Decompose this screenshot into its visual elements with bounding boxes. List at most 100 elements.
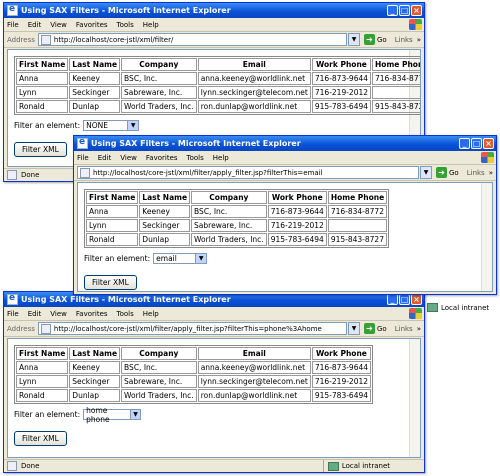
filter-select[interactable]: email ▼ [153,253,208,264]
cell-email: lynn.seckinger@telecom.net [197,86,311,99]
menu-file[interactable]: File [7,310,19,318]
links-label[interactable]: Links [395,325,413,333]
cell-company: World Traders, Inc. [191,233,267,246]
cell-last-name: Keeney [69,361,121,374]
column-header: Email [197,58,311,71]
filter-label: Filter an element: [84,254,151,263]
menu-view[interactable]: View [50,21,67,29]
menu-view[interactable]: View [50,310,67,318]
chevron-right-icon[interactable]: » [417,36,421,44]
cell-first-name: Lynn [16,86,69,99]
menu-view[interactable]: View [120,154,137,162]
cell-work-phone: 716-219-2012 [311,86,372,99]
filter-select[interactable]: NONE ▼ [83,120,140,131]
table-header-row: First Name Last Name Company Email Work … [16,347,372,360]
page-status-icon [7,461,17,471]
page-icon [80,167,90,178]
close-button[interactable]: × [483,138,494,149]
menu-edit[interactable]: Edit [28,21,42,29]
cell-company: Sabreware, Inc. [121,86,197,99]
filter-xml-button[interactable]: Filter XML [14,431,67,446]
zone-label: Local intranet [441,303,490,312]
table-row: Ronald Dunlap World Traders, Inc. 915-78… [86,233,388,246]
minimize-button[interactable]: _ [387,5,398,16]
chevron-right-icon[interactable]: » [489,169,493,177]
go-button[interactable]: ➔ Go [364,34,387,45]
table-row: Lynn Seckinger Sabreware, Inc. lynn.seck… [16,375,372,388]
cell-home-phone: 716-834-8772 [327,205,388,218]
links-label[interactable]: Links [467,169,485,177]
chevron-right-icon[interactable]: » [417,325,421,333]
go-button[interactable]: ➔ Go [436,167,459,178]
maximize-button[interactable]: □ [471,138,482,149]
cell-company: Sabreware, Inc. [121,375,197,388]
chevron-down-icon: ▼ [129,410,141,419]
cell-first-name: Lynn [16,375,69,388]
address-input[interactable]: http://localhost/core-jstl/xml/filter/ [37,33,347,46]
cell-first-name: Anna [86,205,139,218]
menu-edit[interactable]: Edit [98,154,112,162]
cell-home-phone: 716-834-8772 [372,72,420,85]
menu-tools[interactable]: Tools [117,310,134,318]
status-text: Done [21,462,40,470]
filter-select-value: NONE [86,121,109,130]
minimize-button[interactable]: _ [459,138,470,149]
vertical-scrollbar[interactable] [481,183,492,291]
menu-file[interactable]: File [7,21,19,29]
address-input[interactable]: http://localhost/core-jstl/xml/filter/ap… [37,322,347,335]
menu-help[interactable]: Help [143,21,159,29]
address-url: http://localhost/core-jstl/xml/filter/ [53,35,174,44]
menu-help[interactable]: Help [143,310,159,318]
column-header: Home Phone [327,191,388,204]
table-header-row: First Name Last Name Company Email Work … [16,58,420,71]
cell-work-phone: 915-783-6494 [311,389,372,402]
security-zone-window1: Local intranet [427,303,489,312]
filter-xml-button[interactable]: Filter XML [14,142,67,157]
address-bar: Address http://localhost/core-jstl/xml/f… [4,321,424,337]
close-button[interactable]: × [411,294,422,305]
column-header: Last Name [69,58,121,71]
close-button[interactable]: × [411,5,422,16]
ie-icon [7,4,18,16]
cell-email: anna.keeney@worldlink.net [197,361,311,374]
filter-label: Filter an element: [14,121,81,130]
address-dropdown-icon[interactable]: ▼ [420,166,432,179]
security-zone: Local intranet [322,460,390,472]
menu-bar: File Edit View Favorites Tools Help [4,18,424,32]
address-bar: http://localhost/core-jstl/xml/filter/ap… [74,165,496,181]
cell-company: World Traders, Inc. [121,100,197,113]
contacts-table: First Name Last Name Company Work Phone … [84,189,390,248]
page-icon [40,34,51,45]
minimize-button[interactable]: _ [387,294,398,305]
menu-tools[interactable]: Tools [117,21,134,29]
cell-company: World Traders, Inc. [121,389,197,402]
title-bar[interactable]: Using SAX Filters - Microsoft Internet E… [74,136,496,151]
links-label[interactable]: Links [395,36,413,44]
menu-favorites[interactable]: Favorites [76,310,108,318]
vertical-scrollbar[interactable] [409,339,420,457]
maximize-button[interactable]: □ [399,5,410,16]
maximize-button[interactable]: □ [399,294,410,305]
filter-xml-button[interactable]: Filter XML [84,275,137,290]
menu-favorites[interactable]: Favorites [146,154,178,162]
table-row: Ronald Dunlap World Traders, Inc. ron.du… [16,100,420,113]
ie-window-2: Using SAX Filters - Microsoft Internet E… [73,135,497,295]
column-header: First Name [16,58,69,71]
ie-icon [7,293,18,305]
address-input[interactable]: http://localhost/core-jstl/xml/filter/ap… [77,166,419,179]
menu-file[interactable]: File [77,154,89,162]
go-button[interactable]: ➔ Go [364,323,387,334]
menu-help[interactable]: Help [213,154,229,162]
menu-favorites[interactable]: Favorites [76,21,108,29]
cell-email: anna.keeney@worldlink.net [197,72,311,85]
status-text: Done [21,171,40,179]
menu-tools[interactable]: Tools [187,154,204,162]
filter-select[interactable]: home phone ▼ [83,406,142,424]
go-label: Go [377,324,387,333]
windows-logo-icon [409,308,422,319]
address-dropdown-icon[interactable]: ▼ [348,322,360,335]
address-dropdown-icon[interactable]: ▼ [348,33,360,46]
menu-edit[interactable]: Edit [28,310,42,318]
title-bar[interactable]: Using SAX Filters - Microsoft Internet E… [4,3,424,18]
cell-last-name: Dunlap [69,389,121,402]
